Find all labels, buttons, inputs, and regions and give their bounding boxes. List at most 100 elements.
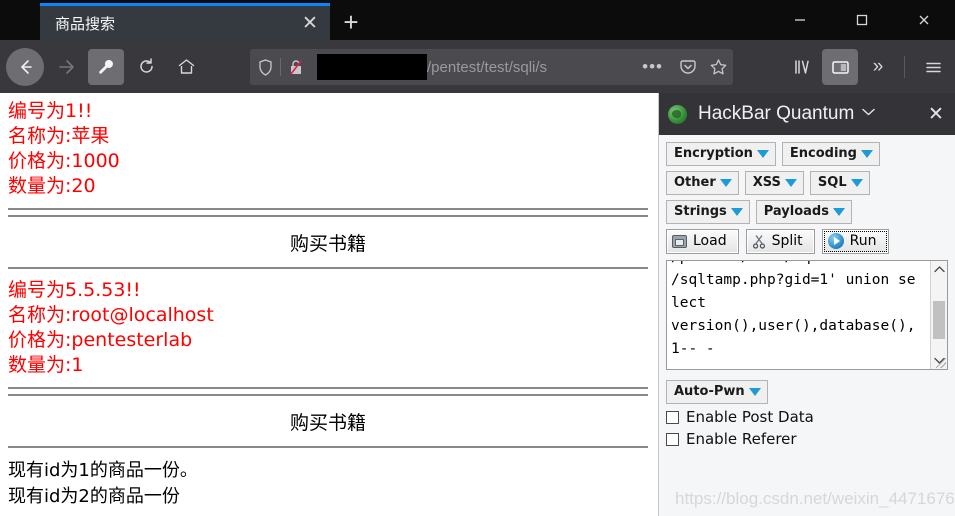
resize-grip[interactable] bbox=[936, 358, 946, 368]
hackbar-button-row-2: Other XSS SQL bbox=[666, 171, 948, 195]
chevron-down-icon bbox=[850, 179, 863, 187]
toolbar-right-icons: » bbox=[782, 49, 951, 85]
xss-label: XSS bbox=[752, 175, 781, 190]
load-label: Load bbox=[693, 233, 727, 249]
chevron-down-icon bbox=[832, 208, 845, 216]
disk-icon bbox=[672, 234, 687, 248]
encoding-button[interactable]: Encoding bbox=[781, 142, 880, 166]
overflow-chevrons-icon[interactable]: » bbox=[860, 49, 896, 85]
other-label: Other bbox=[674, 175, 716, 190]
enable-referer-row[interactable]: Enable Referer bbox=[666, 430, 948, 448]
split-button[interactable]: Split bbox=[745, 229, 815, 254]
page-content: 编号为1!! 名称为:苹果 价格为:1000 数量为:20 购买书籍 编号为5.… bbox=[0, 93, 658, 516]
chevron-down-icon bbox=[719, 179, 732, 187]
hamburger-menu-icon[interactable] bbox=[915, 49, 951, 85]
load-button[interactable]: Load bbox=[666, 229, 739, 254]
encryption-label: Encryption bbox=[674, 146, 753, 161]
shield-icon[interactable] bbox=[250, 58, 280, 76]
reload-icon[interactable] bbox=[128, 49, 164, 85]
close-icon[interactable] bbox=[893, 0, 955, 40]
page-actions-icon[interactable]: ••• bbox=[632, 57, 673, 77]
hackbar-button-row-1: Encryption Encoding bbox=[666, 142, 948, 166]
divider bbox=[8, 394, 648, 396]
url-bar[interactable]: /pentest/test/sqli/s ••• bbox=[250, 49, 733, 85]
divider bbox=[8, 215, 648, 217]
play-icon bbox=[827, 233, 844, 249]
chevron-down-icon bbox=[784, 179, 797, 187]
scissors-icon bbox=[752, 234, 766, 249]
hackbar-panel: HackBar Quantum ✕ Encryption Encoding Ot… bbox=[658, 93, 955, 516]
split-label: Split bbox=[771, 233, 803, 249]
buy-heading: 购买书籍 bbox=[289, 233, 366, 255]
scroll-up-icon[interactable] bbox=[931, 261, 947, 278]
toolbar-divider bbox=[904, 56, 905, 78]
product-id-line: 编号为1!! bbox=[8, 100, 93, 122]
xss-button[interactable]: XSS bbox=[744, 171, 804, 195]
product-name-line: 名称为:root@localhost bbox=[8, 304, 214, 326]
strings-button[interactable]: Strings bbox=[666, 200, 750, 224]
enable-post-data-row[interactable]: Enable Post Data bbox=[666, 408, 948, 426]
stock-line: 现有id为1的商品一份。 bbox=[8, 460, 198, 481]
enable-referer-checkbox[interactable] bbox=[666, 432, 679, 446]
textarea-scrollbar[interactable] bbox=[930, 261, 947, 369]
hackbar-toolbar: Encryption Encoding Other XSS SQL String… bbox=[659, 135, 955, 370]
pocket-icon[interactable] bbox=[673, 58, 703, 76]
enable-post-data-checkbox[interactable] bbox=[666, 410, 679, 424]
strings-label: Strings bbox=[674, 204, 727, 219]
run-label: Run bbox=[849, 233, 877, 249]
firefox-logo-icon bbox=[668, 104, 687, 124]
chevron-down-icon bbox=[748, 388, 761, 396]
encryption-button[interactable]: Encryption bbox=[666, 142, 776, 166]
window-controls bbox=[769, 0, 955, 40]
product-qty-line: 数量为:1 bbox=[8, 354, 84, 376]
new-tab-button[interactable]: + bbox=[330, 4, 372, 40]
browser-tab[interactable]: 商品搜索 ✕ bbox=[40, 3, 330, 40]
buy-heading: 购买书籍 bbox=[289, 412, 366, 434]
stock-line: 现有id为2的商品一份 bbox=[8, 486, 180, 507]
result-block-1: 编号为1!! 名称为:苹果 价格为:1000 数量为:20 bbox=[8, 99, 648, 199]
home-icon[interactable] bbox=[168, 49, 204, 85]
minimize-icon[interactable] bbox=[769, 0, 831, 40]
sidebar-toggle-icon[interactable] bbox=[822, 49, 858, 85]
payloads-label: Payloads bbox=[763, 204, 829, 219]
divider bbox=[8, 208, 648, 210]
encoding-label: Encoding bbox=[789, 146, 857, 161]
title-bar: 商品搜索 ✕ + bbox=[0, 0, 955, 40]
tab-close-icon[interactable]: ✕ bbox=[290, 6, 330, 40]
devtools-wrench-icon[interactable] bbox=[88, 48, 124, 85]
auto-pwn-button[interactable]: Auto-Pwn bbox=[666, 380, 768, 404]
hackbar-header: HackBar Quantum ✕ bbox=[659, 93, 955, 135]
request-textarea-value[interactable]: /pentest/test/sqli /sqltamp.php?gid=1' u… bbox=[667, 261, 925, 361]
library-icon[interactable] bbox=[784, 49, 820, 85]
sql-button[interactable]: SQL bbox=[809, 171, 870, 195]
bookmark-star-icon[interactable] bbox=[703, 58, 733, 77]
divider bbox=[8, 387, 648, 389]
enable-post-data-label: Enable Post Data bbox=[686, 408, 814, 426]
other-button[interactable]: Other bbox=[666, 171, 739, 195]
redacted-host bbox=[317, 54, 427, 80]
hackbar-button-row-3: Strings Payloads bbox=[666, 200, 948, 224]
hackbar-close-icon[interactable]: ✕ bbox=[923, 103, 949, 126]
request-textarea[interactable]: /pentest/test/sqli /sqltamp.php?gid=1' u… bbox=[666, 260, 948, 370]
divider bbox=[8, 446, 648, 448]
product-qty-line: 数量为:20 bbox=[8, 175, 96, 197]
maximize-icon[interactable] bbox=[831, 0, 893, 40]
product-name-line: 名称为:苹果 bbox=[8, 125, 110, 147]
run-button[interactable]: Run bbox=[821, 229, 889, 254]
chevron-down-icon bbox=[861, 150, 873, 158]
payloads-button[interactable]: Payloads bbox=[755, 200, 852, 224]
broken-lock-icon[interactable] bbox=[281, 59, 311, 76]
hackbar-action-row: Load Split Run bbox=[666, 229, 948, 254]
forward-icon[interactable] bbox=[48, 49, 84, 85]
scrollbar-thumb[interactable] bbox=[933, 301, 945, 339]
auto-pwn-label: Auto-Pwn bbox=[674, 384, 745, 399]
chevron-down-icon bbox=[756, 150, 769, 158]
hackbar-options: Auto-Pwn Enable Post Data Enable Referer bbox=[659, 370, 955, 448]
chevron-down-icon[interactable] bbox=[862, 108, 876, 120]
chevron-down-icon bbox=[730, 208, 743, 216]
divider bbox=[8, 267, 648, 269]
result-block-2: 编号为5.5.53!! 名称为:root@localhost 价格为:pente… bbox=[8, 278, 648, 378]
url-text[interactable]: /pentest/test/sqli/s bbox=[427, 59, 632, 76]
product-price-line: 价格为:1000 bbox=[8, 150, 120, 172]
back-icon[interactable] bbox=[6, 47, 44, 86]
